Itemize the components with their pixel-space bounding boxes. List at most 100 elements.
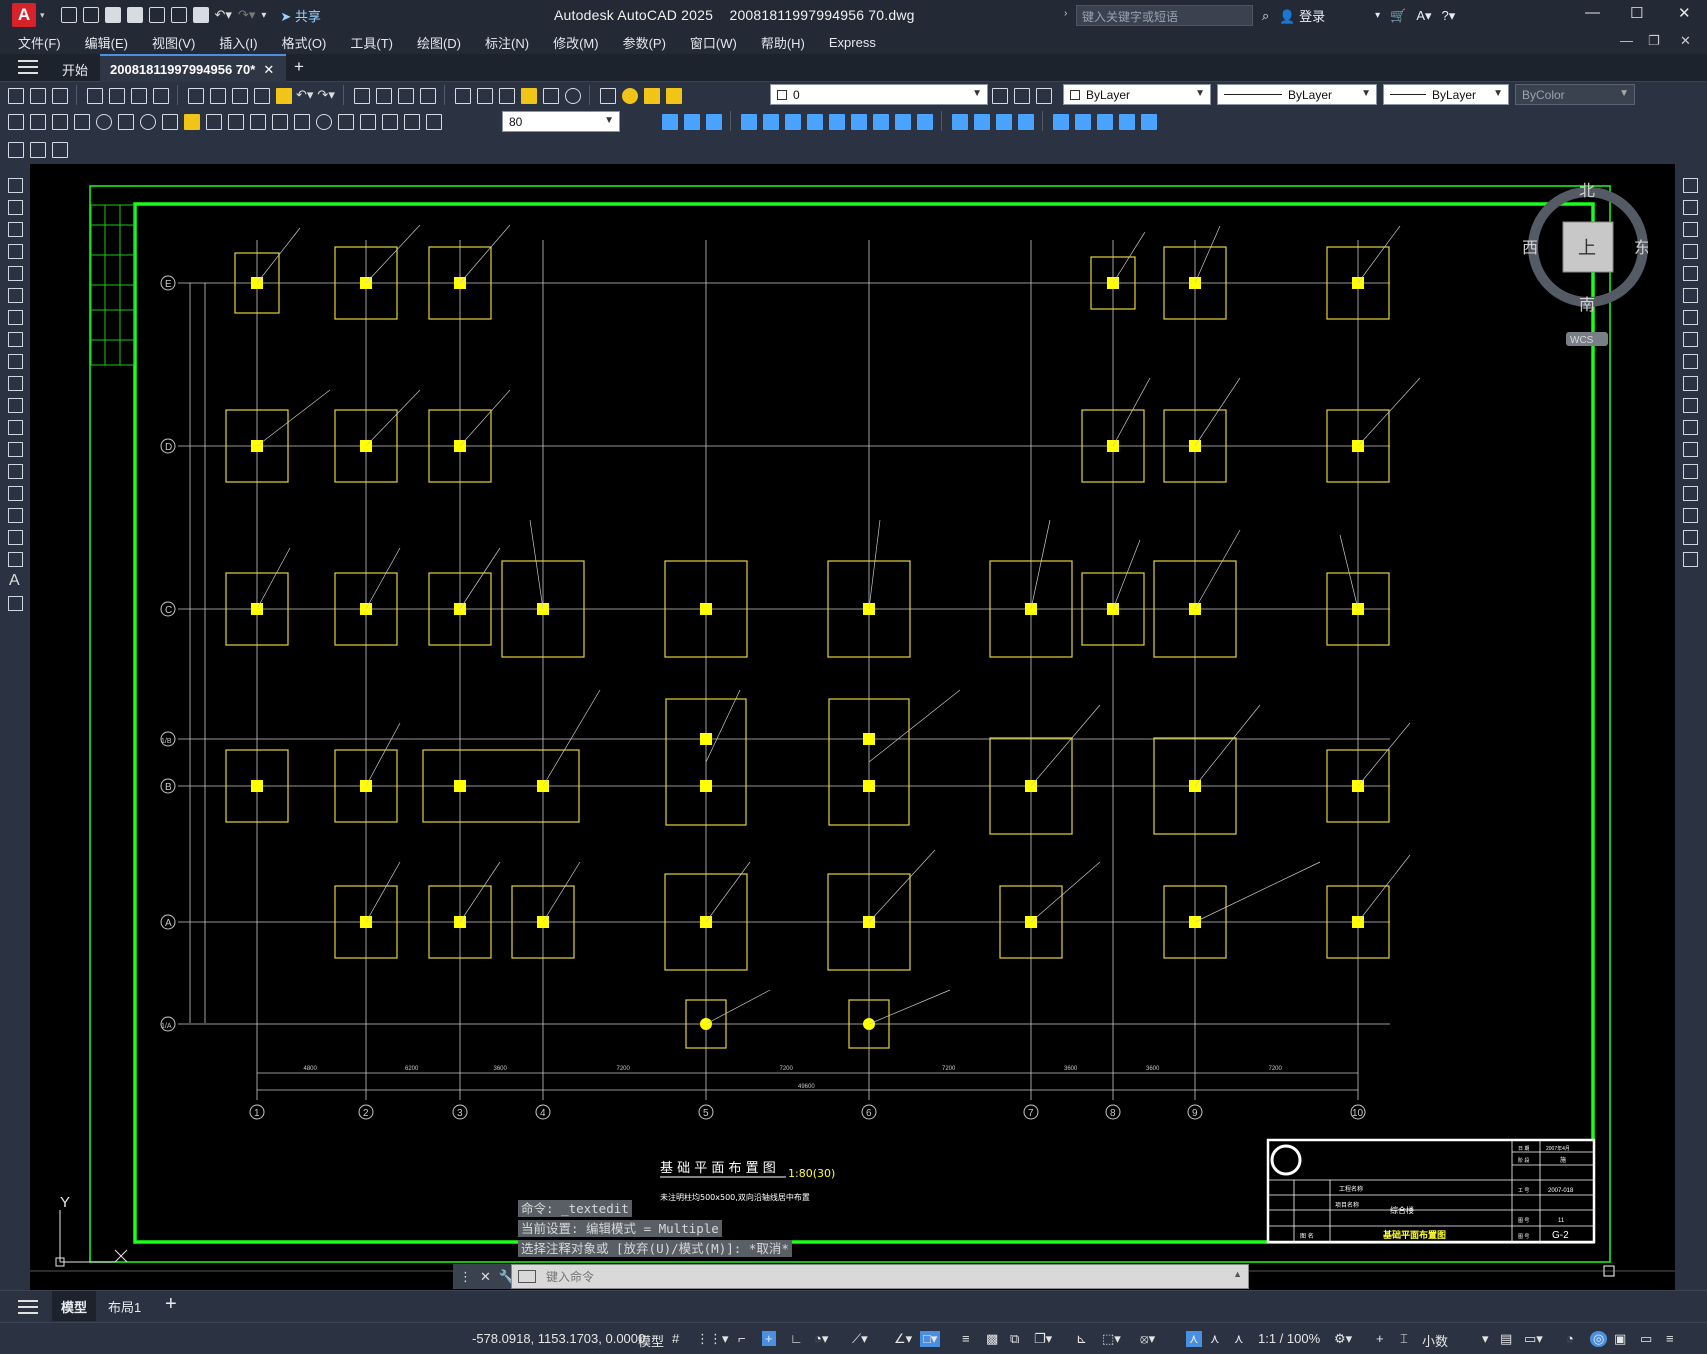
help-icon[interactable]: ?▾ xyxy=(1442,8,1456,24)
sheet-set-icon[interactable] xyxy=(519,86,537,104)
menu-edit[interactable]: 编辑(E) xyxy=(85,33,128,52)
scale-icon[interactable] xyxy=(1681,330,1699,348)
viewcube-north-label[interactable]: 北 xyxy=(1579,182,1595,200)
gizmo-icon[interactable]: ⦻▾ xyxy=(1140,1331,1155,1347)
menu-tools[interactable]: 工具(T) xyxy=(350,33,393,52)
array-icon[interactable] xyxy=(1681,264,1699,282)
find-text-icon[interactable] xyxy=(28,140,46,158)
make-current-layer-icon[interactable] xyxy=(990,86,1008,104)
close-tab-icon[interactable]: ✕ xyxy=(263,62,274,77)
linear-dim-icon[interactable] xyxy=(6,112,24,130)
lock-ui-icon[interactable]: ▭▾ xyxy=(1524,1331,1543,1347)
undo-tool-icon[interactable]: ↶▾ xyxy=(296,87,313,103)
arc-icon[interactable] xyxy=(6,286,24,304)
grid-icon[interactable]: # xyxy=(672,1331,679,1346)
gradient-icon[interactable] xyxy=(6,506,24,524)
center-mark-icon[interactable] xyxy=(314,112,332,130)
dynamic-ucs-icon[interactable]: ⊾ xyxy=(1076,1331,1087,1347)
rectangle-icon[interactable] xyxy=(6,264,24,282)
zoom-window-icon[interactable] xyxy=(396,86,414,104)
multiline-text-icon[interactable]: A xyxy=(9,572,20,590)
3d-union-icon[interactable] xyxy=(682,112,700,130)
ortho-icon[interactable]: ∟ xyxy=(790,1331,803,1346)
revcloud-icon[interactable] xyxy=(6,330,24,348)
open-icon[interactable] xyxy=(28,86,46,104)
plot-tool-icon[interactable] xyxy=(85,86,103,104)
recent-commands-icon[interactable]: ▲ xyxy=(1233,1269,1242,1279)
3d-print-icon[interactable] xyxy=(151,86,169,104)
save-tool-icon[interactable] xyxy=(50,86,68,104)
paste-icon[interactable] xyxy=(230,86,248,104)
close-command-icon[interactable]: ✕ xyxy=(480,1269,491,1285)
3d-section-icon[interactable] xyxy=(915,112,933,130)
command-input[interactable] xyxy=(546,1266,1246,1287)
viewcube-west-label[interactable]: 西 xyxy=(1522,240,1538,257)
menu-file[interactable]: 文件(F) xyxy=(18,33,61,52)
search-input[interactable]: 键入关键字或短语 xyxy=(1076,5,1253,26)
3d-copy-faces-icon[interactable] xyxy=(1073,112,1091,130)
doc-restore-button[interactable]: ❐ xyxy=(1648,33,1660,49)
menu-dimension[interactable]: 标注(N) xyxy=(485,33,529,52)
3d-check-icon[interactable] xyxy=(1051,112,1069,130)
design-center-icon[interactable] xyxy=(475,86,493,104)
maximize-button[interactable]: ☐ xyxy=(1630,4,1643,22)
region-icon[interactable] xyxy=(6,528,24,546)
layer-freeze-sun-icon[interactable] xyxy=(642,86,660,104)
break-at-point-icon[interactable] xyxy=(1681,418,1699,436)
3d-clean-icon[interactable] xyxy=(994,112,1012,130)
jogged-icon[interactable] xyxy=(116,112,134,130)
3d-extrude-faces-icon[interactable] xyxy=(893,112,911,130)
polyline-icon[interactable] xyxy=(6,220,24,238)
3d-box-icon[interactable] xyxy=(660,112,678,130)
viewcube-south-label[interactable]: 南 xyxy=(1579,296,1595,314)
lineweight-dropdown[interactable]: ByLayer ▼ xyxy=(1383,84,1509,105)
mirror-icon[interactable] xyxy=(1681,220,1699,238)
app-menu-chevron-icon[interactable]: ▾ xyxy=(40,10,45,21)
lineweight-display-icon[interactable]: ≡ xyxy=(962,1331,970,1346)
zoom-previous-icon[interactable] xyxy=(418,86,436,104)
app-logo[interactable]: A xyxy=(12,3,36,27)
annotation-visibility-icon[interactable]: ⋏ xyxy=(1186,1331,1202,1347)
layer-previous-icon[interactable] xyxy=(1012,86,1030,104)
menu-format[interactable]: 格式(O) xyxy=(282,33,327,52)
new-tab-button[interactable]: + xyxy=(284,54,314,82)
menu-modify[interactable]: 修改(M) xyxy=(553,33,599,52)
extend-icon[interactable] xyxy=(1681,396,1699,414)
trim-icon[interactable] xyxy=(1681,374,1699,392)
text-style-icon[interactable] xyxy=(50,140,68,158)
ellipse-arc-icon[interactable] xyxy=(6,396,24,414)
command-prompt-icon[interactable] xyxy=(518,1270,536,1283)
inspection-icon[interactable] xyxy=(336,112,354,130)
plotstyle-dropdown[interactable]: ByColor ▼ xyxy=(1515,84,1635,105)
stretch-icon[interactable] xyxy=(1681,352,1699,370)
3d-array-icon[interactable] xyxy=(827,112,845,130)
tab-start[interactable]: 开始 xyxy=(52,54,98,82)
undo-icon[interactable]: ↶▾ xyxy=(215,7,232,23)
units-icon[interactable]: ⌶ xyxy=(1400,1331,1408,1347)
add-selected-icon[interactable] xyxy=(6,594,24,612)
3d-slice-icon[interactable] xyxy=(849,112,867,130)
layer-lock-icon[interactable] xyxy=(664,86,682,104)
menu-draw[interactable]: 绘图(D) xyxy=(417,33,461,52)
share-button[interactable]: ➤ 共享 xyxy=(280,6,321,25)
coordinates-readout[interactable]: -578.0918, 1153.1703, 0.0000 xyxy=(472,1331,645,1346)
line-icon[interactable] xyxy=(6,176,24,194)
dim-edit-icon[interactable] xyxy=(380,112,398,130)
tolerance-icon[interactable] xyxy=(292,112,310,130)
ellipse-icon[interactable] xyxy=(6,374,24,392)
offset-icon[interactable] xyxy=(1681,242,1699,260)
selection-filter-icon[interactable]: ⬚▾ xyxy=(1102,1331,1121,1347)
redo-tool-icon[interactable]: ↷▾ xyxy=(317,87,334,103)
aligned-dim-icon[interactable] xyxy=(28,112,46,130)
linetype-dropdown[interactable]: ByLayer ▼ xyxy=(1217,84,1377,105)
annotation-monitor-icon[interactable]: + xyxy=(1376,1331,1384,1346)
publish-icon[interactable] xyxy=(129,86,147,104)
3d-imprint-icon[interactable] xyxy=(972,112,990,130)
construction-line-icon[interactable] xyxy=(6,198,24,216)
viewcube-east-label[interactable]: 东 xyxy=(1634,239,1650,257)
dim-text-edit-icon[interactable] xyxy=(402,112,420,130)
tab-model[interactable]: 模型 xyxy=(52,1291,96,1321)
object-snap-tracking-icon[interactable]: ∠▾ xyxy=(894,1331,912,1347)
hatch-icon[interactable] xyxy=(6,484,24,502)
jogged-linear-icon[interactable] xyxy=(358,112,376,130)
